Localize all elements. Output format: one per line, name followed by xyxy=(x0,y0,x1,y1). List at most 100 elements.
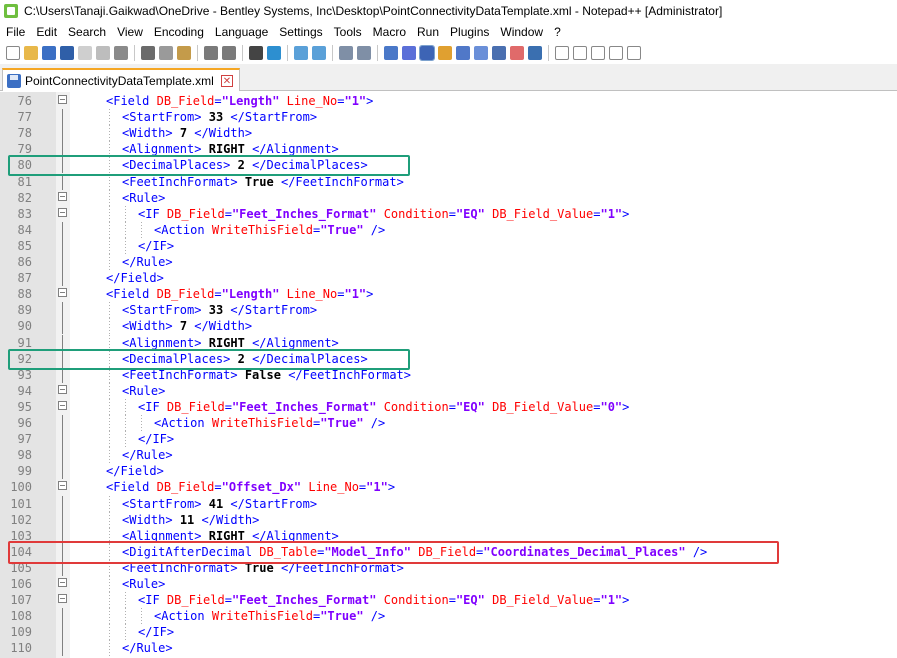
line-number: 103 xyxy=(10,528,32,543)
code-line: 79 <Alignment> RIGHT </Alignment> xyxy=(0,141,897,158)
menu-window[interactable]: Window xyxy=(500,25,543,39)
line-number: 88 xyxy=(17,287,32,302)
toolbar-separator xyxy=(332,45,333,61)
code-line: 99 </Field> xyxy=(0,463,897,480)
stop-record-icon[interactable] xyxy=(573,46,587,60)
menu-run[interactable]: Run xyxy=(417,25,439,39)
folder-as-workspace-icon[interactable] xyxy=(492,46,506,60)
undo-icon[interactable] xyxy=(204,46,218,60)
menu-file[interactable]: File xyxy=(6,25,25,39)
indent-guide xyxy=(109,141,110,158)
line-number: 89 xyxy=(17,303,32,318)
close-tab-icon[interactable]: ✕ xyxy=(221,74,233,87)
menu-view[interactable]: View xyxy=(117,25,143,39)
save-macro-icon[interactable] xyxy=(627,46,641,60)
zoom-out-icon[interactable] xyxy=(312,46,326,60)
menu-tools[interactable]: Tools xyxy=(334,25,362,39)
copy-icon[interactable] xyxy=(159,46,173,60)
code-line: 89 <StartFrom> 33 </StartFrom> xyxy=(0,302,897,319)
code-text: <Alignment> RIGHT </Alignment> xyxy=(122,528,339,543)
indent-guide xyxy=(109,382,110,399)
menu-edit[interactable]: Edit xyxy=(36,25,57,39)
show-all-chars-icon[interactable] xyxy=(402,46,416,60)
menu-plugins[interactable]: Plugins xyxy=(450,25,489,39)
sync-vertical-icon[interactable] xyxy=(339,46,353,60)
indent-guide xyxy=(109,173,110,190)
indent-guide xyxy=(125,221,126,238)
indent-guide xyxy=(109,109,110,126)
menu-macro[interactable]: Macro xyxy=(373,25,406,39)
print-icon[interactable] xyxy=(114,46,128,60)
indent-guide xyxy=(141,608,142,625)
record-macro-icon[interactable] xyxy=(555,46,569,60)
fold-line xyxy=(62,302,63,319)
document-map-icon[interactable] xyxy=(456,46,470,60)
line-number: 95 xyxy=(17,399,32,414)
cut-icon[interactable] xyxy=(141,46,155,60)
editor-pane[interactable]: 76 <Field DB_Field="Length" Line_No="1"> 7… xyxy=(0,92,897,658)
menu-encoding[interactable]: Encoding xyxy=(154,25,204,39)
line-number: 105 xyxy=(10,560,32,575)
line-number: 99 xyxy=(17,464,32,479)
menu-language[interactable]: Language xyxy=(215,25,268,39)
code-line: 90 <Width> 7 </Width> xyxy=(0,318,897,335)
fold-collapse-icon[interactable] xyxy=(58,191,67,201)
save-icon[interactable] xyxy=(42,46,56,60)
fold-line xyxy=(62,415,63,431)
fold-line xyxy=(62,109,63,126)
sync-horizontal-icon[interactable] xyxy=(357,46,371,60)
code-text: <DecimalPlaces> 2 </DecimalPlaces> xyxy=(122,158,368,173)
zoom-in-icon[interactable] xyxy=(294,46,308,60)
fold-line xyxy=(62,366,63,383)
close-file-icon[interactable] xyxy=(78,46,92,60)
menu-help[interactable]: ? xyxy=(554,25,561,39)
fold-collapse-icon[interactable] xyxy=(58,384,67,394)
menu-search[interactable]: Search xyxy=(68,25,106,39)
redo-icon[interactable] xyxy=(222,46,236,60)
playback-icon[interactable] xyxy=(591,46,605,60)
code-line: 96 <Action WriteThisField="True" /> xyxy=(0,415,897,431)
tab-label: PointConnectivityDataTemplate.xml xyxy=(25,73,214,88)
line-number: 83 xyxy=(17,206,32,221)
fold-collapse-icon[interactable] xyxy=(58,95,67,104)
find-icon[interactable] xyxy=(249,46,263,60)
fold-collapse-icon[interactable] xyxy=(58,207,67,217)
tab-pointconnectivitydatatemplate[interactable]: PointConnectivityDataTemplate.xml ✕ xyxy=(2,68,240,91)
code-text: </IF> xyxy=(138,432,175,447)
word-wrap-icon[interactable] xyxy=(384,46,398,60)
run-multiple-icon[interactable] xyxy=(609,46,623,60)
fold-collapse-icon[interactable] xyxy=(58,481,67,491)
fold-line xyxy=(62,511,63,528)
code-line: 103 <Alignment> RIGHT </Alignment> xyxy=(0,527,897,544)
monitoring-icon[interactable] xyxy=(510,46,524,60)
new-file-icon[interactable] xyxy=(6,46,20,60)
define-language-icon[interactable] xyxy=(438,46,452,60)
code-line: 105 <FeetInchFormat> True </FeetInchForma… xyxy=(0,559,897,576)
fold-line xyxy=(62,237,63,254)
fold-collapse-icon[interactable] xyxy=(58,400,67,410)
function-list-icon[interactable] xyxy=(474,46,488,60)
code-text: <IF DB_Field="Feet_Inches_Format" Condit… xyxy=(138,399,630,414)
paste-icon[interactable] xyxy=(177,46,191,60)
eye-icon[interactable] xyxy=(528,46,542,60)
indent-guide xyxy=(109,511,110,528)
fold-collapse-icon[interactable] xyxy=(58,578,67,587)
code-line: 94 <Rule> xyxy=(0,382,897,399)
fold-collapse-icon[interactable] xyxy=(58,288,67,298)
code-line: 81 <FeetInchFormat> True </FeetInchFormat… xyxy=(0,173,897,190)
code-text: <FeetInchFormat> True </FeetInchFormat> xyxy=(122,174,404,189)
indent-guide-icon[interactable] xyxy=(419,45,435,61)
close-all-icon[interactable] xyxy=(96,46,110,60)
line-number: 92 xyxy=(17,351,32,366)
fold-line xyxy=(62,173,63,190)
fold-collapse-icon[interactable] xyxy=(58,594,67,604)
code-text: <Field DB_Field="Offset_Dx" Line_No="1"> xyxy=(106,480,396,495)
code-text: <Width> 7 </Width> xyxy=(122,126,253,141)
code-line: 76 <Field DB_Field="Length" Line_No="1"> xyxy=(0,93,897,109)
line-number: 108 xyxy=(10,609,32,624)
save-all-icon[interactable] xyxy=(60,46,74,60)
code-line: 92 <DecimalPlaces> 2 </DecimalPlaces> xyxy=(0,350,897,367)
open-folder-icon[interactable] xyxy=(24,46,38,60)
replace-icon[interactable] xyxy=(267,46,281,60)
menu-settings[interactable]: Settings xyxy=(279,25,322,39)
